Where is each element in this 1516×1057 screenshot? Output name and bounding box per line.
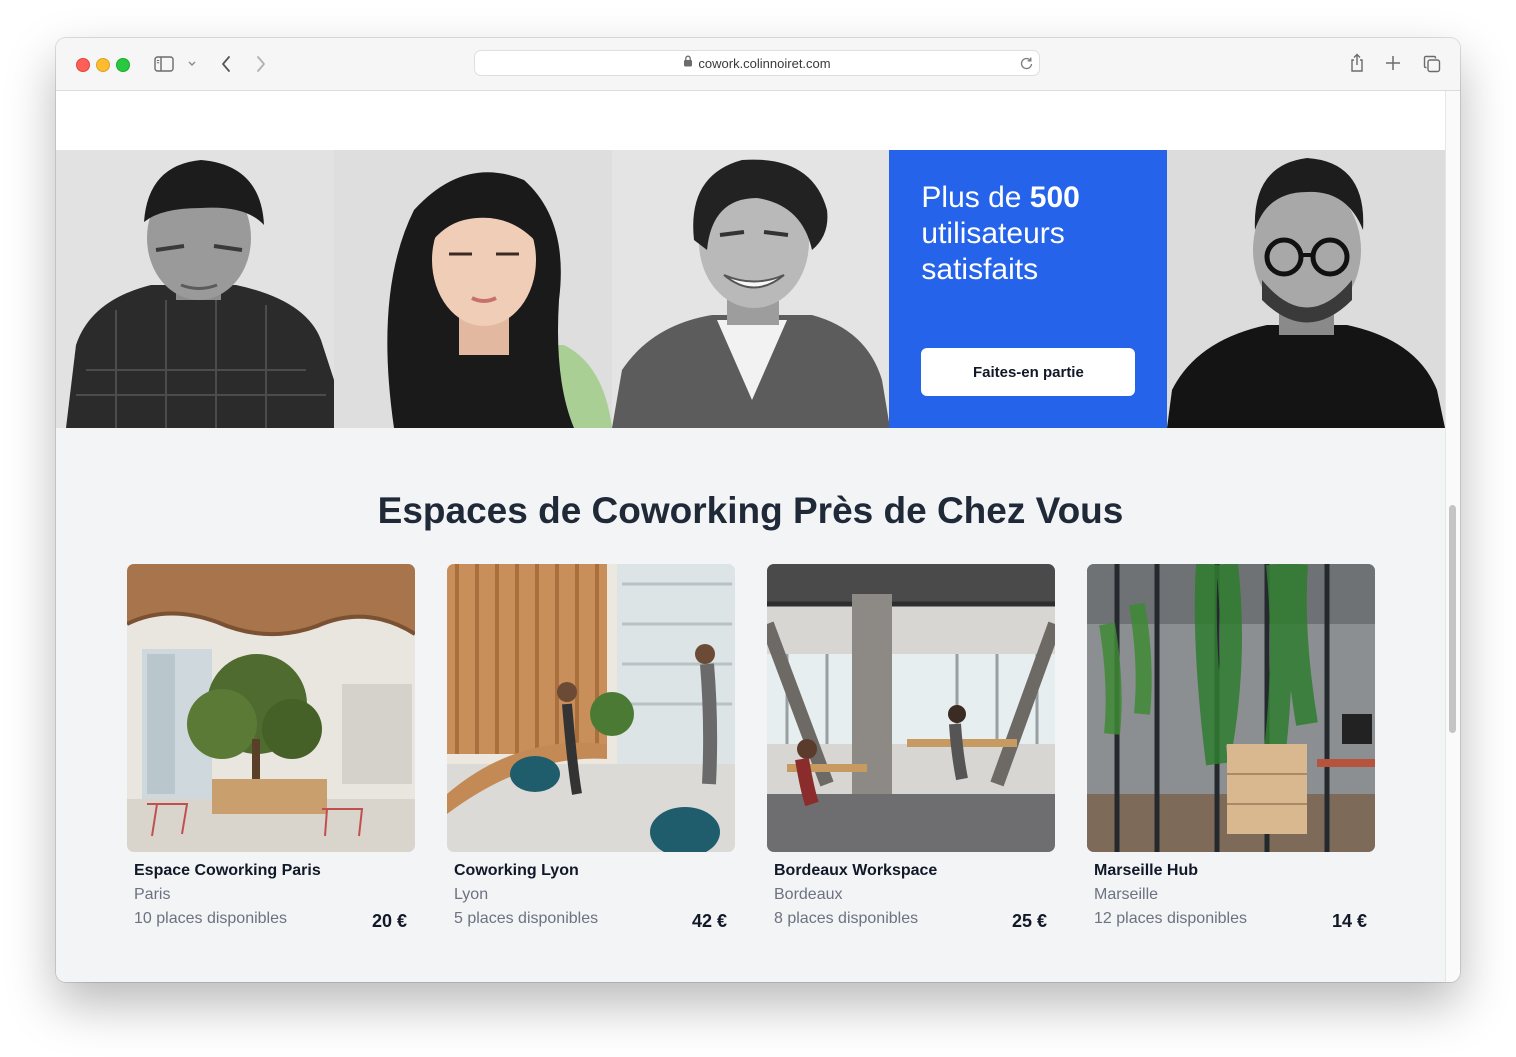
space-name[interactable]: Bordeaux Workspace	[774, 862, 937, 880]
lock-icon	[683, 54, 693, 72]
space-photo	[127, 564, 415, 852]
address-bar[interactable]: cowork.colinnoiret.com	[474, 50, 1040, 76]
join-button[interactable]: Faites-en partie	[921, 348, 1136, 396]
space-city: Paris	[134, 886, 171, 903]
promo-suffix: utilisateurs satisfaits	[921, 217, 1065, 286]
space-availability: 10 places disponibles	[134, 910, 287, 927]
space-availability: 8 places disponibles	[774, 910, 919, 927]
header-spacer	[56, 91, 1445, 150]
minimize-window-button[interactable]	[96, 58, 110, 72]
close-window-button[interactable]	[76, 58, 90, 72]
space-price: 14 €	[1331, 911, 1367, 931]
url-text: cowork.colinnoiret.com	[698, 55, 831, 71]
user-photo	[56, 150, 334, 428]
user-photo	[611, 150, 890, 428]
space-price: 42 €	[691, 911, 727, 931]
promo-count: 500	[1029, 181, 1080, 214]
testimonial-band: Plus de 500 utilisateurs satisfaits Faite…	[56, 150, 1445, 428]
section-title: Espaces de Coworking Près de Chez Vous	[377, 490, 1124, 531]
browser-toolbar: cowork.colinnoiret.com	[56, 38, 1460, 91]
new-tab-icon[interactable]	[1383, 53, 1403, 73]
space-card[interactable]: Bordeaux Workspace Bordeaux 8 places dis…	[767, 564, 1055, 931]
zoom-window-button[interactable]	[116, 58, 130, 72]
back-arrow-icon[interactable]	[216, 53, 236, 75]
user-photo	[333, 150, 612, 428]
space-name[interactable]: Marseille Hub	[1094, 862, 1198, 880]
user-photo	[1167, 150, 1445, 428]
space-photo	[447, 564, 735, 852]
chevron-down-icon[interactable]	[186, 58, 198, 70]
space-card[interactable]: Coworking Lyon Lyon 5 places disponibles…	[447, 564, 735, 931]
space-card[interactable]: Espace Coworking Paris Paris 10 places d…	[127, 564, 415, 931]
space-photo	[767, 564, 1055, 852]
space-name[interactable]: Espace Coworking Paris	[134, 862, 321, 880]
browser-window: cowork.colinnoiret.com Plus de 500 utili…	[56, 38, 1460, 982]
space-price: 25 €	[1011, 911, 1047, 931]
share-icon[interactable]	[1346, 51, 1368, 75]
scrollbar-thumb[interactable]	[1449, 505, 1456, 733]
space-name[interactable]: Coworking Lyon	[454, 862, 579, 880]
space-card[interactable]: Marseille Hub Marseille 12 places dispon…	[1087, 564, 1375, 931]
promo-heading: Plus de 500 utilisateurs satisfaits	[921, 180, 1135, 288]
space-availability: 5 places disponibles	[454, 910, 599, 927]
page-content: Plus de 500 utilisateurs satisfaits Faite…	[56, 91, 1445, 982]
promo-prefix: Plus de	[921, 181, 1030, 214]
space-city: Bordeaux	[774, 886, 843, 903]
sidebar-toggle-icon[interactable]	[153, 54, 175, 74]
tab-overview-icon[interactable]	[1421, 53, 1443, 75]
users-promo-card: Plus de 500 utilisateurs satisfaits Faite…	[889, 150, 1168, 428]
space-photo	[1087, 564, 1375, 852]
space-price: 20 €	[371, 911, 407, 931]
reload-icon[interactable]	[1020, 56, 1033, 75]
space-city: Marseille	[1094, 886, 1159, 903]
space-city: Lyon	[454, 886, 489, 903]
forward-arrow-icon[interactable]	[251, 53, 271, 75]
space-availability: 12 places disponibles	[1094, 910, 1247, 927]
